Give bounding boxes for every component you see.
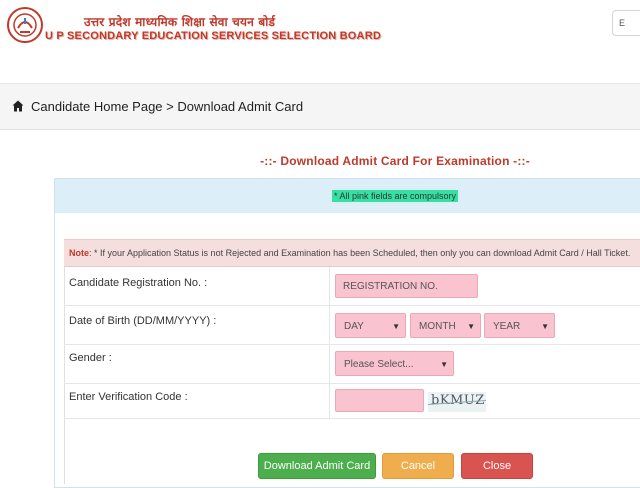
up-govt-emblem-icon [7, 7, 43, 43]
gender-value: Please Select... [344, 359, 414, 370]
cancel-button[interactable]: Cancel [382, 453, 454, 479]
chevron-down-icon: ▼ [392, 322, 400, 331]
captcha-image: bKMUZ [428, 392, 486, 412]
chevron-down-icon: ▼ [541, 322, 549, 331]
registration-input[interactable]: REGISTRATION NO. [335, 274, 478, 298]
board-hindi-title: उत्तर प्रदेश माध्यमिक शिक्षा सेवा चयन बो… [84, 15, 276, 29]
row-divider [329, 267, 330, 306]
close-button[interactable]: Close [461, 453, 533, 479]
board-english-title: U P SECONDARY EDUCATION SERVICES SELECTI… [45, 30, 381, 42]
registration-label: Candidate Registration No. : [69, 277, 208, 289]
row-divider [329, 306, 330, 345]
compulsory-note: * All pink fields are compulsory [332, 190, 459, 202]
breadcrumb: Candidate Home Page > Download Admit Car… [31, 99, 304, 114]
dob-year-select[interactable]: YEAR ▼ [484, 313, 555, 338]
note-label: Note [69, 248, 89, 258]
row-divider [329, 384, 330, 419]
header-menu-button[interactable]: E [612, 10, 640, 36]
chevron-down-icon: ▼ [467, 322, 475, 331]
dob-label: Date of Birth (DD/MM/YYYY) : [69, 315, 217, 327]
month-value: MONTH [419, 321, 456, 332]
note-message: : * If your Application Status is not Re… [89, 248, 631, 258]
chevron-down-icon: ▼ [440, 360, 448, 369]
day-value: DAY [344, 321, 364, 332]
verification-code-input[interactable] [335, 389, 424, 412]
year-value: YEAR [493, 321, 521, 332]
dob-day-select[interactable]: DAY ▼ [335, 313, 406, 338]
verification-label: Enter Verification Code : [69, 391, 188, 403]
home-icon[interactable] [12, 100, 24, 112]
gender-select[interactable]: Please Select... ▼ [335, 351, 454, 376]
row-divider [329, 345, 330, 384]
download-admit-card-button[interactable]: Download Admit Card [258, 453, 376, 479]
note-text: Note: * If your Application Status is no… [69, 248, 630, 258]
page-title: -::- Download Admit Card For Examination… [260, 154, 530, 168]
dob-month-select[interactable]: MONTH ▼ [410, 313, 481, 338]
gender-label: Gender : [69, 352, 112, 364]
